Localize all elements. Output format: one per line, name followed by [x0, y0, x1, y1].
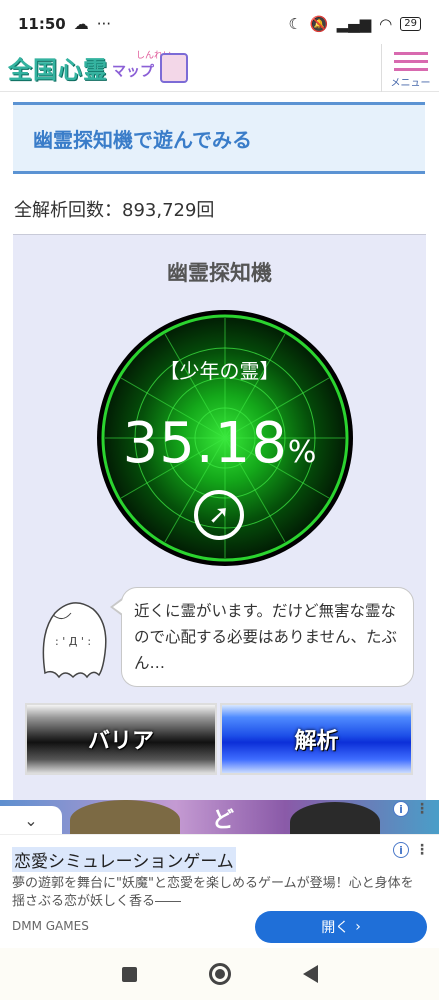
hamburger-icon	[393, 47, 428, 76]
analyze-button[interactable]: 解析	[220, 703, 413, 775]
moon-icon: ☾	[288, 15, 302, 33]
percent-unit: %	[287, 435, 317, 470]
ad-card-controls: i ⋮	[393, 842, 429, 858]
detection-percent: 35.18%	[13, 411, 426, 476]
ad-banner-image[interactable]: ど	[0, 800, 439, 834]
site-header: 全国心霊 しんれい マップ メニュー	[0, 44, 439, 92]
chevron-down-icon: ⌄	[24, 810, 38, 830]
back-icon[interactable]	[302, 965, 318, 983]
ad-collapse-button[interactable]: ⌄	[0, 806, 62, 834]
section-title: 幽霊探知機で遊んでみる	[13, 102, 425, 174]
ad-character-right	[290, 802, 380, 834]
menu-button[interactable]: メニュー	[381, 44, 439, 92]
ad-banner-glyph: ど	[212, 808, 235, 833]
status-time: 11:50	[18, 15, 66, 33]
ad-card[interactable]: 恋愛シミュレーションゲーム 夢の遊郭を舞台に"妖魔"と恋愛を楽しめるゲームが登場…	[0, 834, 439, 948]
phone-icon	[160, 52, 188, 83]
ad-description: 夢の遊郭を舞台に"妖魔"と恋愛を楽しめるゲームが登場！心と身体を揺さぶる恋が妖し…	[12, 876, 414, 909]
site-logo[interactable]: 全国心霊 しんれい マップ	[8, 50, 188, 85]
barrier-button[interactable]: バリア	[25, 703, 217, 775]
mute-icon: 🔕	[309, 15, 329, 33]
total-analyses-count: 全解析回数：893,729回	[14, 200, 215, 221]
ad-open-button[interactable]: 開く ›	[255, 911, 427, 943]
ghost-detector-card: 幽霊探知機 【少年の霊】 35.18% ➚ : ' Д ' : 近くに霊がいます…	[13, 234, 426, 804]
message-bubble: 近くに霊がいます。だけど無害な霊なので心配する必要はありません、たぶん…	[110, 587, 414, 687]
weather-icon: ☁	[73, 15, 89, 33]
spirit-type-label: 【少年の霊】	[159, 359, 280, 383]
ad-card-info-icon[interactable]: i	[393, 842, 409, 858]
signal-icon: ▂▄▆	[336, 15, 372, 33]
recent-apps-icon[interactable]	[121, 966, 137, 982]
wifi-icon: ◠	[379, 15, 393, 33]
ad-card-menu-icon[interactable]: ⋮	[415, 842, 429, 858]
home-icon[interactable]	[208, 963, 231, 985]
status-bar: 11:50 ☁ ··· ☾ 🔕 ▂▄▆ ◠ 29	[0, 0, 439, 48]
ghost-mascot-icon: : ' Д ' :	[42, 602, 107, 679]
system-nav-bar	[0, 948, 439, 1000]
more-dots-icon: ···	[96, 15, 112, 33]
direction-arrow-icon: ➚	[194, 490, 244, 540]
battery-icon: 29	[400, 17, 421, 31]
ad-title[interactable]: 恋愛シミュレーションゲーム	[12, 847, 236, 872]
ad-info-icon[interactable]: i	[393, 801, 409, 817]
detector-title: 幽霊探知機	[167, 261, 272, 285]
chevron-right-icon: ›	[355, 919, 361, 935]
ad-character-left	[70, 800, 180, 834]
logo-map-text: マップ	[112, 63, 154, 80]
menu-label: メニュー	[390, 78, 431, 89]
logo-text: 全国心霊	[8, 56, 108, 84]
percent-value: 35.18	[122, 411, 288, 476]
ad-menu-icon[interactable]: ⋮	[415, 801, 429, 817]
svg-text:: ' Д ' :: : ' Д ' :	[55, 635, 91, 648]
direction-arrow-glyph: ➚	[208, 500, 230, 530]
ad-open-label: 開く	[321, 920, 350, 936]
section-title-text: 幽霊探知機で遊んでみる	[33, 127, 252, 152]
ad-banner-controls: i ⋮	[393, 801, 429, 817]
ad-brand: DMM GAMES	[12, 919, 89, 933]
